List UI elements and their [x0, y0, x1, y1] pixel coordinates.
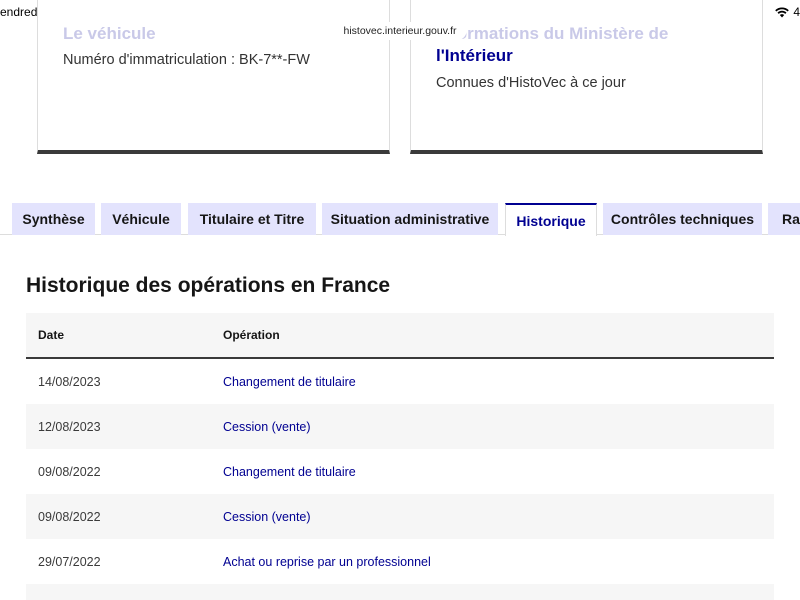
- table-body: 14/08/2023 Changement de titulaire 12/08…: [26, 359, 774, 600]
- tab-titulaire-et-titre[interactable]: Titulaire et Titre: [188, 203, 316, 235]
- table-row: [26, 584, 774, 600]
- row-operation-link[interactable]: Cession (vente): [211, 420, 774, 434]
- table-row: 12/08/2023 Cession (vente): [26, 404, 774, 449]
- table-row: 14/08/2023 Changement de titulaire: [26, 359, 774, 404]
- row-operation-link[interactable]: Cession (vente): [211, 510, 774, 524]
- table-row: 09/08/2022 Cession (vente): [26, 494, 774, 539]
- page-title: Historique des opérations en France: [26, 274, 391, 297]
- tab-bar: Synthèse Véhicule Titulaire et Titre Sit…: [0, 203, 800, 236]
- tab-historique[interactable]: Historique: [505, 203, 597, 236]
- header-operation: Opération: [223, 328, 280, 342]
- url-bar[interactable]: histovec.interieur.gouv.fr: [333, 22, 467, 40]
- battery-level: 4: [793, 5, 800, 19]
- registration-number: Numéro d'immatriculation : BK-7**-FW: [63, 52, 310, 68]
- row-operation-link[interactable]: Changement de titulaire: [211, 465, 774, 479]
- row-date: 09/08/2022: [38, 464, 101, 479]
- ministry-card-faded-title: Informations du Ministère de: [436, 24, 669, 43]
- header-date: Date: [38, 328, 65, 342]
- history-table: Date Opération 14/08/2023 Changement de …: [26, 313, 774, 600]
- row-date: 14/08/2023: [38, 374, 101, 389]
- ministry-card-title: l'Intérieur: [436, 46, 513, 65]
- ministry-card-text: Connues d'HistoVec à ce jour: [436, 75, 626, 91]
- tab-controles-techniques[interactable]: Contrôles techniques: [603, 203, 762, 235]
- table-row: 09/08/2022 Changement de titulaire: [26, 449, 774, 494]
- row-date: 12/08/2023: [38, 419, 101, 434]
- row-date: 09/08/2022: [38, 509, 101, 524]
- tab-situation-administrative[interactable]: Situation administrative: [322, 203, 498, 235]
- row-operation-link[interactable]: Achat ou reprise par un professionnel: [211, 555, 774, 569]
- status-indicators: 4: [775, 5, 800, 19]
- row-operation-link[interactable]: Changement de titulaire: [211, 375, 774, 389]
- tab-synthese[interactable]: Synthèse: [12, 203, 95, 235]
- tab-vehicule[interactable]: Véhicule: [101, 203, 181, 235]
- table-row: 29/07/2022 Achat ou reprise par un profe…: [26, 539, 774, 584]
- table-header: Date Opération: [26, 313, 774, 359]
- row-date: 29/07/2022: [38, 554, 101, 569]
- tab-rapport[interactable]: Rap: [768, 203, 800, 235]
- vehicle-card-title: Le véhicule: [63, 24, 156, 43]
- wifi-icon: [775, 6, 790, 17]
